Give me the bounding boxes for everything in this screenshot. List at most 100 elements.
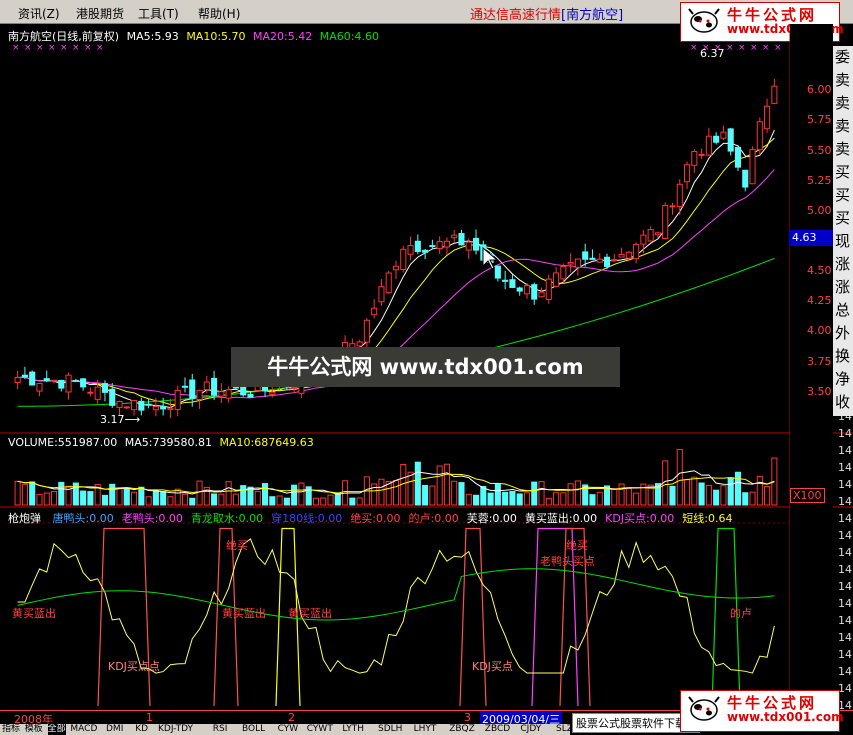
candle-body bbox=[160, 406, 167, 410]
signal-mark: × bbox=[750, 43, 758, 53]
tab-5[interactable]: DMI bbox=[106, 724, 123, 735]
volume-bar bbox=[691, 476, 698, 506]
price-axis-label: 5.25 bbox=[807, 173, 832, 187]
tab-7[interactable]: KDJ-TDY bbox=[158, 724, 193, 735]
price-axis-label: 6.00 bbox=[807, 83, 832, 97]
side-panel-label: 现 bbox=[835, 232, 851, 250]
candle-body bbox=[225, 389, 232, 399]
cow-logo-icon bbox=[688, 696, 720, 721]
volume-bar bbox=[43, 492, 50, 506]
signal-mark: × bbox=[84, 43, 92, 53]
tab-15[interactable]: ZBQZ bbox=[449, 724, 475, 735]
side-panel-label: 买 bbox=[835, 186, 851, 204]
tab-1[interactable]: 指标 bbox=[2, 724, 20, 735]
candle-body bbox=[58, 379, 65, 389]
volume-bar bbox=[392, 479, 400, 506]
candle-body bbox=[14, 376, 21, 383]
current-price-tag: 4.63 bbox=[789, 230, 833, 246]
candle-body bbox=[152, 406, 159, 411]
tab-12[interactable]: LYTH bbox=[342, 724, 364, 735]
volume-bar bbox=[422, 484, 429, 506]
candle-body bbox=[523, 285, 531, 295]
volume-bar bbox=[567, 483, 574, 506]
tab-10[interactable]: CYW bbox=[278, 724, 299, 735]
tab-14[interactable]: LHYT bbox=[414, 724, 437, 735]
candle-body bbox=[400, 248, 407, 271]
candle-body bbox=[749, 149, 756, 185]
volume-bar bbox=[283, 497, 290, 506]
volume-bar bbox=[727, 477, 734, 506]
tab-2[interactable]: 模板 bbox=[25, 724, 43, 735]
candle-body bbox=[676, 183, 683, 207]
candle-body bbox=[756, 121, 763, 151]
volume-bar bbox=[276, 495, 283, 506]
volume-bar bbox=[29, 481, 36, 506]
volume-bar bbox=[436, 465, 443, 506]
tab-17[interactable]: CJDY bbox=[520, 724, 541, 735]
right-axis-label: 14 bbox=[838, 444, 852, 457]
candle-body bbox=[545, 278, 552, 300]
volume-bar bbox=[21, 483, 28, 506]
volume-bar bbox=[152, 489, 159, 506]
candle-body bbox=[625, 251, 632, 259]
volume-bar bbox=[764, 486, 771, 506]
side-panel-label: 买 bbox=[835, 163, 851, 181]
tab-13[interactable]: SDLH bbox=[378, 724, 402, 735]
candle-body bbox=[705, 135, 712, 156]
volume-bar bbox=[676, 448, 683, 506]
tab-4[interactable]: MACD bbox=[70, 724, 97, 735]
volume-bar bbox=[705, 484, 712, 506]
side-panel-label: 净 bbox=[835, 370, 851, 388]
volume-bar bbox=[589, 494, 596, 506]
candle-body bbox=[371, 307, 378, 316]
tab-9[interactable]: BOLL bbox=[242, 724, 265, 735]
volume-value: VOLUME:551987.00 bbox=[8, 436, 118, 449]
candle-body bbox=[436, 241, 443, 249]
price-axis-label: 5.75 bbox=[807, 113, 832, 127]
tab-16[interactable]: ZBCD bbox=[485, 724, 510, 735]
candle-body bbox=[494, 265, 501, 279]
volume-bar bbox=[713, 489, 720, 506]
tab-18[interactable]: SLZT bbox=[556, 724, 570, 735]
volume-bar bbox=[734, 471, 742, 506]
volume-bar bbox=[254, 490, 261, 506]
volume-bar bbox=[625, 487, 632, 506]
right-axis-label: 14 bbox=[838, 512, 852, 525]
volume-bar bbox=[211, 493, 218, 506]
logo-url: www.tdx001.com bbox=[727, 710, 844, 724]
candle-body bbox=[596, 258, 603, 263]
indicator-name: 枪炮弹 bbox=[8, 512, 41, 525]
side-panel-label: 卖 bbox=[835, 71, 851, 89]
volume-bar bbox=[145, 496, 152, 506]
volume-bar bbox=[502, 491, 509, 506]
candle-body bbox=[560, 265, 567, 280]
candle-body bbox=[538, 291, 545, 298]
volume-bar bbox=[50, 491, 58, 506]
indicator-annotation: KDJ买点点 bbox=[108, 660, 160, 673]
date-mark-2: 2 bbox=[288, 711, 295, 724]
signal-mark: × bbox=[762, 43, 770, 53]
side-panel-label: 卖 bbox=[835, 117, 851, 135]
indicator-legend-item: 的卢:0.00 bbox=[408, 512, 459, 525]
candle-body bbox=[167, 407, 174, 411]
volume-bar bbox=[312, 497, 320, 506]
side-panel-label: 收 bbox=[835, 393, 851, 411]
candle-body bbox=[582, 251, 589, 260]
candle-body bbox=[713, 135, 720, 143]
indicator-legend-item: 黄买蓝出:0.00 bbox=[524, 512, 598, 525]
candle-body bbox=[378, 286, 385, 303]
tab-6[interactable]: KD bbox=[135, 724, 148, 735]
candle-body bbox=[189, 379, 196, 400]
high-price-label: 6.37 bbox=[700, 47, 725, 60]
candle-body bbox=[633, 244, 640, 260]
tab-3[interactable]: 全部 bbox=[47, 724, 66, 735]
signal-mark: × bbox=[36, 43, 44, 53]
volume-bar bbox=[531, 481, 538, 506]
candle-body bbox=[196, 389, 203, 400]
tab-8[interactable]: RSI bbox=[213, 724, 228, 735]
tab-11[interactable]: CYWT bbox=[307, 724, 333, 735]
volume-bar bbox=[80, 490, 87, 506]
candle-body bbox=[458, 233, 465, 246]
candle-body bbox=[269, 391, 276, 396]
side-panel-label: 卖 bbox=[835, 94, 851, 112]
